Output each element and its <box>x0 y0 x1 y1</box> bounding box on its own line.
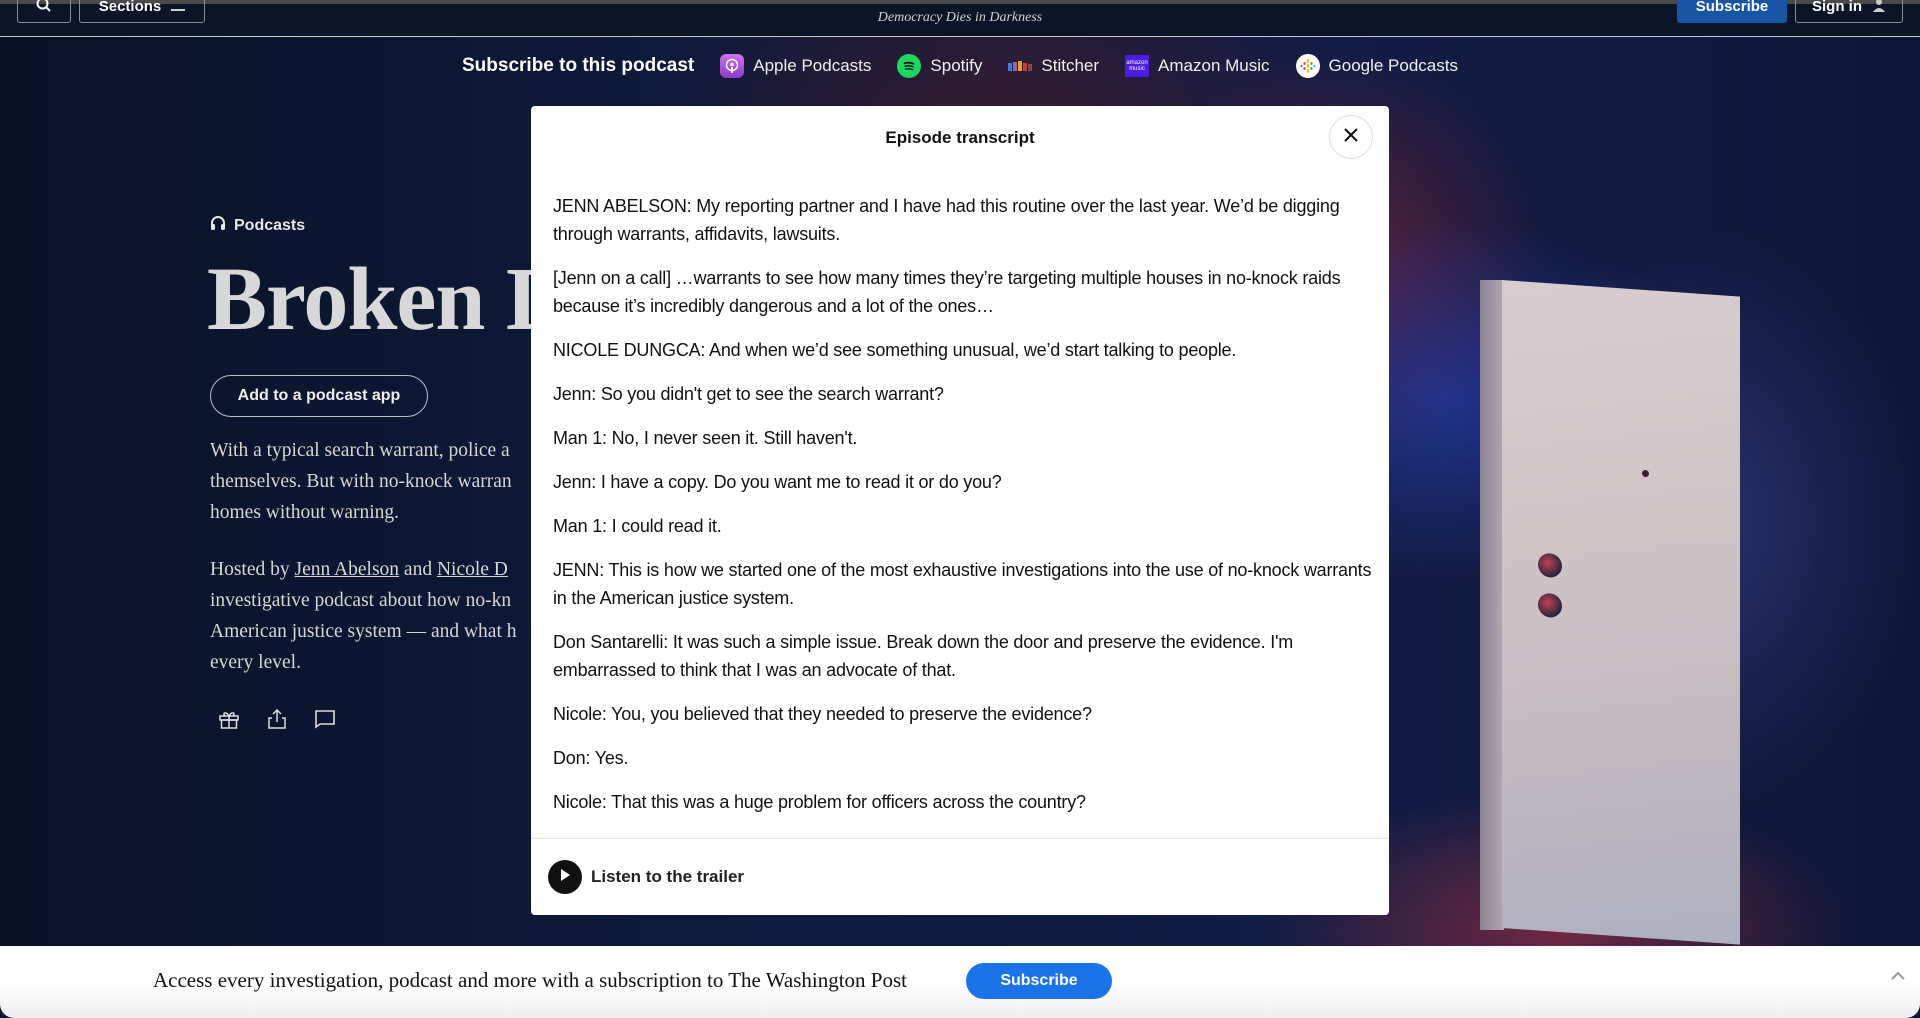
site-header: Sections Democracy Dies in Darkness Subs… <box>0 0 1920 37</box>
add-app-label: Add to a podcast app <box>237 387 401 404</box>
platform-label: Stitcher <box>1041 56 1100 75</box>
platform-amazon-music[interactable]: amazon music Amazon Music <box>1125 55 1270 77</box>
transcript-paragraph: Jenn: So you didn't get to see the searc… <box>553 384 944 404</box>
subscribe-podcast-bar: Subscribe to this podcast Apple Podcasts… <box>0 52 1920 80</box>
transcript-paragraph: Don Santarelli: It was such a simple iss… <box>553 632 1294 680</box>
google-podcasts-icon <box>1295 54 1320 78</box>
close-icon <box>1344 127 1358 147</box>
listen-trailer-label[interactable]: Listen to the trailer <box>591 867 744 887</box>
door-side <box>1480 280 1504 930</box>
door-illustration <box>1480 280 1740 945</box>
banner-subscribe-button[interactable]: Subscribe <box>966 963 1112 999</box>
modal-footer: Listen to the trailer <box>531 838 1389 915</box>
spotify-icon <box>897 54 922 78</box>
stitcher-icon <box>1008 54 1033 78</box>
door-lock <box>1538 592 1562 619</box>
play-trailer-button[interactable] <box>548 860 582 894</box>
banner-subscribe-label: Subscribe <box>1000 972 1078 989</box>
hosted-and: and <box>399 559 437 580</box>
sign-in-button[interactable]: Sign in <box>1795 0 1903 23</box>
chevron-up-icon[interactable] <box>1888 966 1908 986</box>
transcript-paragraph: [Jenn on a call] …warrants to see how ma… <box>553 268 1341 316</box>
transcript-body[interactable]: JENN ABELSON: My reporting partner and I… <box>553 192 1373 832</box>
apple-podcasts-icon <box>720 54 745 78</box>
platform-label: Google Podcasts <box>1328 56 1458 75</box>
platform-label: Spotify <box>930 56 983 75</box>
transcript-paragraph: Don: Yes. <box>553 748 629 768</box>
platform-spotify[interactable]: Spotify <box>897 54 982 78</box>
subscribe-bar-title: Subscribe to this podcast <box>462 55 695 76</box>
platform-apple-podcasts[interactable]: Apple Podcasts <box>720 54 871 78</box>
subscription-banner: Access every investigation, podcast and … <box>0 946 1920 1018</box>
headphones-icon <box>210 215 226 236</box>
window-edge <box>0 0 1920 4</box>
host-link-jenn-abelson[interactable]: Jenn Abelson <box>295 559 400 580</box>
platform-google-podcasts[interactable]: Google Podcasts <box>1295 54 1458 78</box>
kicker-label: Podcasts <box>234 216 306 234</box>
door-front <box>1502 280 1740 945</box>
close-button[interactable] <box>1329 115 1373 159</box>
tagline: Democracy Dies in Darkness <box>877 10 1043 25</box>
transcript-paragraph: Nicole: You, you believed that they need… <box>553 704 1092 724</box>
header-subscribe-button[interactable]: Subscribe <box>1677 0 1787 23</box>
transcript-paragraph: JENN ABELSON: My reporting partner and I… <box>553 196 1340 244</box>
subscribe-label: Subscribe <box>1695 0 1769 15</box>
transcript-paragraph: NICOLE DUNGCA: And when we’d see somethi… <box>553 340 1237 360</box>
share-icon[interactable] <box>266 708 290 732</box>
transcript-paragraph: Man 1: I could read it. <box>553 516 722 536</box>
platform-stitcher[interactable]: Stitcher <box>1008 54 1099 78</box>
door-knob <box>1538 552 1562 579</box>
modal-title: Episode transcript <box>885 128 1035 147</box>
podcasts-kicker[interactable]: Podcasts <box>210 215 305 236</box>
transcript-paragraph: Nicole: That this was a huge problem for… <box>553 792 1086 812</box>
banner-text: Access every investigation, podcast and … <box>153 968 907 992</box>
user-icon <box>1872 0 1886 16</box>
sign-in-label: Sign in <box>1812 0 1862 15</box>
play-icon <box>559 868 571 887</box>
gift-icon[interactable] <box>218 708 242 732</box>
comment-icon[interactable] <box>314 708 338 732</box>
platform-label: Amazon Music <box>1158 56 1270 75</box>
amazon-music-icon: amazon music <box>1125 55 1150 77</box>
transcript-modal: Episode transcript JENN ABELSON: My repo… <box>531 106 1389 915</box>
show-title: Broken D <box>207 250 571 349</box>
transcript-paragraph: Jenn: I have a copy. Do you want me to r… <box>553 472 1002 492</box>
platform-label: Apple Podcasts <box>753 56 872 75</box>
transcript-paragraph: JENN: This is how we started one of the … <box>553 560 1372 608</box>
transcript-paragraph: Man 1: No, I never seen it. Still haven'… <box>553 428 858 448</box>
door-hole <box>1642 469 1649 478</box>
hosted-prefix: Hosted by <box>210 559 295 580</box>
share-actions <box>218 708 338 732</box>
add-to-podcast-app-button[interactable]: Add to a podcast app <box>210 375 428 417</box>
host-link-nicole-dungca[interactable]: Nicole D <box>437 559 508 580</box>
